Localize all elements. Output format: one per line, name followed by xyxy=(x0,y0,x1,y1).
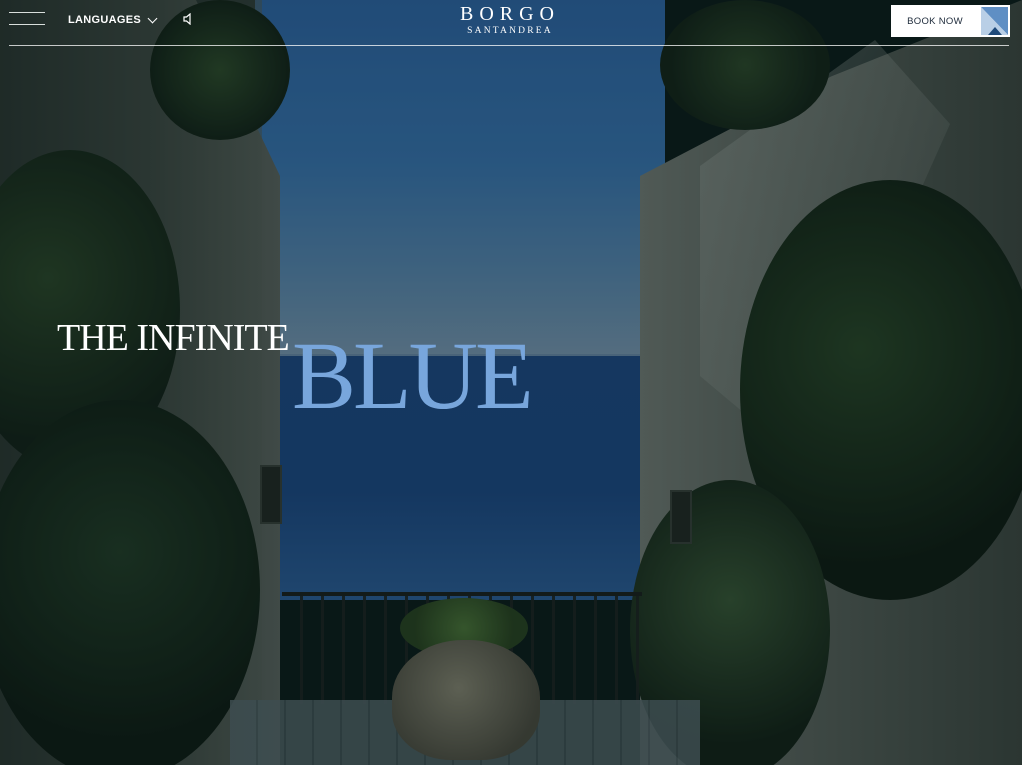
speaker-icon[interactable] xyxy=(183,13,193,25)
logo-top-text: BORGO xyxy=(459,3,560,25)
hamburger-icon-line xyxy=(9,24,45,25)
brand-logo[interactable]: BORGO SANTANDREA xyxy=(430,4,590,38)
book-now-label: BOOK NOW xyxy=(907,15,963,27)
hero-headline-line1: THE INFINITE xyxy=(57,317,290,359)
menu-button[interactable] xyxy=(9,12,45,26)
languages-dropdown[interactable]: LANGUAGES xyxy=(68,12,158,28)
brand-mark-icon xyxy=(979,5,1010,37)
book-now-button[interactable]: BOOK NOW xyxy=(891,5,1010,37)
site-header: LANGUAGES BORGO SANTANDREA BOOK NOW xyxy=(0,0,1022,46)
languages-label: LANGUAGES xyxy=(68,14,141,26)
logo-bottom-text: SANTANDREA xyxy=(467,26,553,36)
hamburger-icon xyxy=(9,12,45,13)
chevron-down-icon xyxy=(147,13,158,23)
hero-headline-line2: BLUE xyxy=(292,322,534,429)
header-divider xyxy=(9,45,1009,46)
